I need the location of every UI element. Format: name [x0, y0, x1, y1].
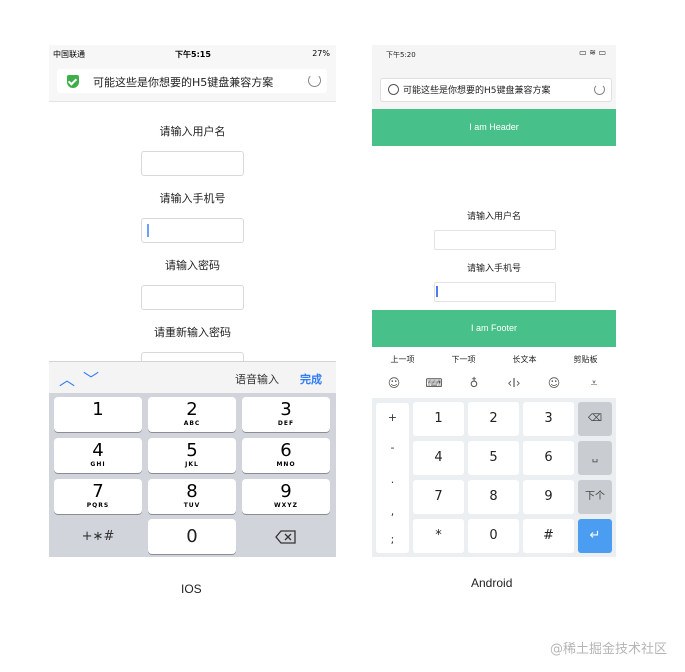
- username-label: 请输入用户名: [466, 212, 521, 222]
- symbol-key[interactable]: .: [376, 473, 409, 486]
- prev-next-arrows-icon[interactable]: ︿﹀: [59, 366, 107, 390]
- enter-key[interactable]: ↵: [578, 519, 612, 553]
- key-1[interactable]: 1: [54, 397, 142, 432]
- android-phone-screenshot: 下午5:20 ▭ ≋ ▭ 可能这些是你想要的H5键盘兼容方案 I am Head…: [372, 45, 616, 557]
- key-1[interactable]: 1: [413, 402, 464, 436]
- key-5[interactable]: 5 JKL: [148, 438, 236, 473]
- key-9[interactable]: 9 WXYZ: [242, 479, 330, 514]
- symbol-column: + - . , ;: [376, 403, 409, 553]
- android-status-bar: 下午5:20 ▭ ≋ ▭: [372, 45, 616, 63]
- password-input[interactable]: [141, 285, 244, 310]
- status-time: 下午5:20: [386, 51, 416, 59]
- key-3[interactable]: 3 DEF: [242, 397, 330, 432]
- backspace-icon: ⌫: [587, 413, 603, 424]
- username-input[interactable]: [141, 151, 244, 176]
- phone-input[interactable]: [434, 282, 556, 302]
- next-key[interactable]: 下个: [578, 480, 612, 514]
- smile-icon[interactable]: ☺: [534, 376, 574, 390]
- space-key[interactable]: ␣: [578, 441, 612, 475]
- space-icon: ␣: [591, 452, 599, 463]
- next-field-button[interactable]: 下一项: [433, 354, 494, 365]
- status-time: 下午5:15: [175, 50, 211, 59]
- backspace-icon: [275, 530, 296, 544]
- battery-label: 27%: [312, 49, 330, 58]
- clipboard-button[interactable]: 剪贴板: [555, 354, 616, 365]
- phone-label: 请输入手机号: [159, 192, 226, 205]
- key-6[interactable]: 6: [523, 441, 574, 475]
- android-url-bar[interactable]: 可能这些是你想要的H5键盘兼容方案: [372, 63, 616, 109]
- key-4[interactable]: 4: [413, 441, 464, 475]
- page-title: 可能这些是你想要的H5键盘兼容方案: [93, 76, 274, 89]
- phone-input[interactable]: [141, 218, 244, 243]
- page-footer: I am Footer: [372, 310, 616, 347]
- key-7[interactable]: 7: [413, 480, 464, 514]
- reload-icon[interactable]: [594, 84, 605, 95]
- reload-icon[interactable]: [308, 74, 321, 87]
- android-caption: Android: [471, 576, 513, 590]
- key-9[interactable]: 9: [523, 480, 574, 514]
- symbol-key[interactable]: ,: [376, 505, 409, 518]
- url-box[interactable]: 可能这些是你想要的H5键盘兼容方案: [380, 78, 612, 102]
- symbol-key[interactable]: ;: [376, 533, 409, 546]
- url-box[interactable]: 可能这些是你想要的H5键盘兼容方案: [57, 69, 327, 93]
- microphone-icon[interactable]: ♁: [454, 376, 494, 390]
- text-caret: [436, 286, 438, 297]
- ios-url-bar[interactable]: 可能这些是你想要的H5键盘兼容方案: [49, 63, 336, 102]
- confirm-password-label: 请重新输入密码: [154, 326, 231, 339]
- voice-input-button[interactable]: 语音输入: [235, 371, 279, 387]
- key-0[interactable]: 0: [148, 519, 236, 554]
- page-header: I am Header: [372, 109, 616, 146]
- key-symbols[interactable]: +∗#: [54, 519, 142, 554]
- android-numeric-keyboard: + - . , ; 1 2 3 4 5 6 7 8 9 * 0 # ⌫ ␣ 下个…: [372, 398, 616, 557]
- status-icons: ▭ ≋ ▭: [579, 48, 606, 57]
- page-title: 可能这些是你想要的H5键盘兼容方案: [403, 86, 551, 96]
- key-2[interactable]: 2 ABC: [148, 397, 236, 432]
- prev-field-button[interactable]: 上一项: [372, 354, 433, 365]
- keyboard-icon-row: ☺ ⌨ ♁ ‹I› ☺ ⩡: [372, 371, 616, 399]
- long-text-button[interactable]: 长文本: [494, 354, 555, 365]
- globe-icon: [388, 84, 399, 95]
- carrier-label: 中国联通: [53, 50, 85, 59]
- text-caret: [147, 224, 149, 237]
- key-0[interactable]: 0: [468, 519, 519, 553]
- cursor-icon[interactable]: ‹I›: [494, 376, 534, 390]
- key-hash[interactable]: #: [523, 519, 574, 553]
- username-label: 请输入用户名: [159, 125, 226, 138]
- enter-icon: ↵: [589, 528, 601, 543]
- key-4[interactable]: 4 GHI: [54, 438, 142, 473]
- password-label: 请输入密码: [165, 259, 220, 272]
- key-3[interactable]: 3: [523, 402, 574, 436]
- key-delete[interactable]: [242, 519, 330, 554]
- phone-label: 请输入手机号: [466, 264, 521, 274]
- keyboard-toolbar: ︿﹀ 语音输入 完成: [49, 361, 336, 394]
- keyboard-icon[interactable]: ⌨: [414, 376, 454, 390]
- key-8[interactable]: 8 TUV: [148, 479, 236, 514]
- ios-phone-screenshot: 中国联通 下午5:15 27% 可能这些是你想要的H5键盘兼容方案 请输入用户名…: [49, 45, 336, 557]
- delete-key[interactable]: ⌫: [578, 402, 612, 436]
- done-button[interactable]: 完成: [300, 371, 322, 387]
- key-8[interactable]: 8: [468, 480, 519, 514]
- key-2[interactable]: 2: [468, 402, 519, 436]
- symbol-key[interactable]: -: [376, 441, 409, 454]
- key-star[interactable]: *: [413, 519, 464, 553]
- ios-status-bar: 中国联通 下午5:15 27%: [49, 45, 336, 63]
- username-input[interactable]: [434, 230, 556, 250]
- ios-numeric-keyboard: 1 2 ABC 3 DEF 4 GHI 5 JKL 6 MNO 7 PQRS 8 TUV 9W…: [49, 393, 336, 557]
- key-5[interactable]: 5: [468, 441, 519, 475]
- symbol-key[interactable]: +: [376, 411, 409, 424]
- ios-caption: IOS: [181, 582, 202, 596]
- collapse-keyboard-icon[interactable]: ⩡: [574, 376, 614, 391]
- key-7[interactable]: 7 PQRS: [54, 479, 142, 514]
- watermark: @稀土掘金技术社区: [549, 642, 667, 657]
- key-6[interactable]: 6 MNO: [242, 438, 330, 473]
- keyboard-toolbar: 上一项 下一项 长文本 剪贴板: [372, 348, 616, 372]
- shield-icon: [67, 75, 79, 88]
- emoji-face-icon[interactable]: ☺: [374, 376, 414, 390]
